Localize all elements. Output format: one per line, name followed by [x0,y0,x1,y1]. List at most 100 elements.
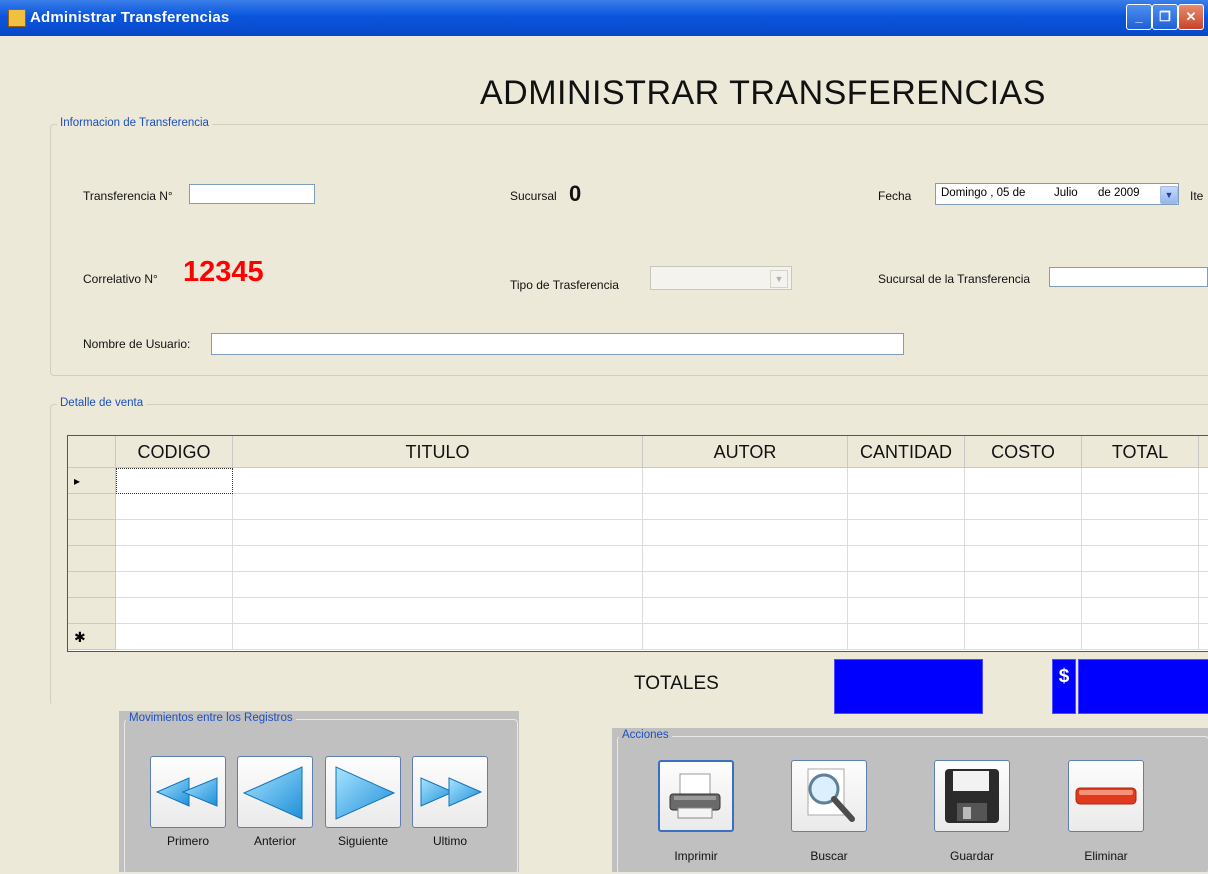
table-cell[interactable] [233,624,643,650]
tipo-select[interactable]: ▼ [650,266,792,290]
table-cell[interactable] [848,468,965,494]
primero-button[interactable] [150,756,226,828]
table-cell[interactable] [1199,598,1208,624]
table-cell[interactable] [848,520,965,546]
table-cell[interactable] [116,520,233,546]
column-header-titulo[interactable]: TITULO [233,436,643,468]
table-cell[interactable] [1082,572,1199,598]
table-cell[interactable] [643,572,848,598]
siguiente-label: Siguiente [337,834,389,848]
sucursal-transferencia-input[interactable] [1049,267,1208,287]
table-cell[interactable] [1082,468,1199,494]
row-header[interactable] [68,494,116,520]
close-button[interactable]: ✕ [1178,4,1204,30]
table-cell[interactable] [233,598,643,624]
table-cell[interactable] [1082,494,1199,520]
detail-data-grid[interactable]: CODIGO TITULO AUTOR CANTIDAD COSTO TOTAL… [67,435,1208,652]
table-cell[interactable] [643,494,848,520]
table-cell[interactable] [643,520,848,546]
table-cell[interactable] [643,624,848,650]
buscar-button[interactable] [791,760,867,832]
table-cell[interactable] [848,572,965,598]
table-cell[interactable] [233,572,643,598]
table-cell[interactable] [1199,572,1208,598]
table-cell[interactable] [965,546,1082,572]
correlativo-label: Correlativo N° [83,272,158,286]
table-cell[interactable] [116,494,233,520]
page-title: ADMINISTRAR TRANSFERENCIAS [480,74,1046,112]
anterior-button[interactable] [237,756,313,828]
table-cell[interactable] [1082,624,1199,650]
grid-corner-header [68,436,116,468]
table-cell[interactable] [848,598,965,624]
column-header-codigo[interactable]: CODIGO [116,436,233,468]
row-header[interactable] [68,546,116,572]
app-icon [8,9,26,27]
table-cell[interactable] [965,598,1082,624]
table-cell[interactable] [1199,494,1208,520]
table-cell[interactable] [848,546,965,572]
table-cell[interactable] [965,624,1082,650]
sucursal-label: Sucursal [510,189,557,203]
chevron-down-icon[interactable]: ▼ [770,270,788,288]
table-cell[interactable] [116,546,233,572]
total-cantidad-box [834,659,983,714]
actions-panel: Acciones Imprimir Buscar Guardar Elimina… [612,728,1208,874]
table-cell[interactable] [965,572,1082,598]
table-cell[interactable] [643,598,848,624]
usuario-input[interactable] [211,333,904,355]
table-cell[interactable] [643,546,848,572]
table-cell[interactable] [965,468,1082,494]
siguiente-button[interactable] [325,756,401,828]
column-header-total[interactable]: TOTAL [1082,436,1199,468]
table-cell[interactable] [116,624,233,650]
table-cell[interactable] [848,624,965,650]
table-cell[interactable] [1199,468,1208,494]
transferencia-input[interactable] [189,184,315,204]
table-cell[interactable] [116,598,233,624]
row-header[interactable]: ▸ [68,468,116,494]
table-cell[interactable] [1199,624,1208,650]
fecha-date-picker[interactable]: Domingo , 05 de Julio de 2009 ▼ [935,183,1179,205]
imprimir-button[interactable] [658,760,734,832]
row-header[interactable] [68,520,116,546]
column-header-costo[interactable]: COSTO [965,436,1082,468]
table-cell[interactable] [965,520,1082,546]
sucursal-value: 0 [569,181,582,206]
minimize-button[interactable]: _ [1126,4,1152,30]
table-cell[interactable] [1082,520,1199,546]
navigation-panel: Movimientos entre los Registros Primero … [119,711,519,874]
right-arrow-icon [335,766,396,820]
nav-group-legend: Movimientos entre los Registros [126,712,296,724]
table-cell[interactable] [116,468,233,494]
fecha-month-text: Julio [1054,187,1078,199]
totales-label: TOTALES [634,673,719,694]
row-header[interactable] [68,598,116,624]
guardar-button[interactable] [934,760,1010,832]
table-cell[interactable] [116,572,233,598]
chevron-down-icon[interactable]: ▼ [1160,186,1178,204]
column-header-autor[interactable]: AUTOR [643,436,848,468]
magnifier-icon [807,768,855,822]
table-cell[interactable] [233,494,643,520]
table-cell[interactable] [233,468,643,494]
column-header-cantidad[interactable]: CANTIDAD [848,436,965,468]
table-cell[interactable] [848,494,965,520]
table-cell[interactable] [233,546,643,572]
table-cell[interactable] [965,494,1082,520]
table-cell[interactable] [1199,520,1208,546]
eliminar-button[interactable] [1068,760,1144,832]
table-cell[interactable] [1082,598,1199,624]
table-cell[interactable] [1082,546,1199,572]
left-arrow-icon [242,766,303,820]
window-title-bar[interactable]: Administrar Transferencias _ ❐ ✕ [0,0,1208,36]
table-cell[interactable] [643,468,848,494]
fecha-weekday-text: Domingo , 05 de [941,187,1026,199]
maximize-button[interactable]: ❐ [1152,4,1178,30]
table-cell[interactable] [233,520,643,546]
row-header[interactable]: ✱ [68,624,116,650]
correlativo-value: 12345 [183,256,264,288]
table-cell[interactable] [1199,546,1208,572]
ultimo-button[interactable] [412,756,488,828]
row-header[interactable] [68,572,116,598]
